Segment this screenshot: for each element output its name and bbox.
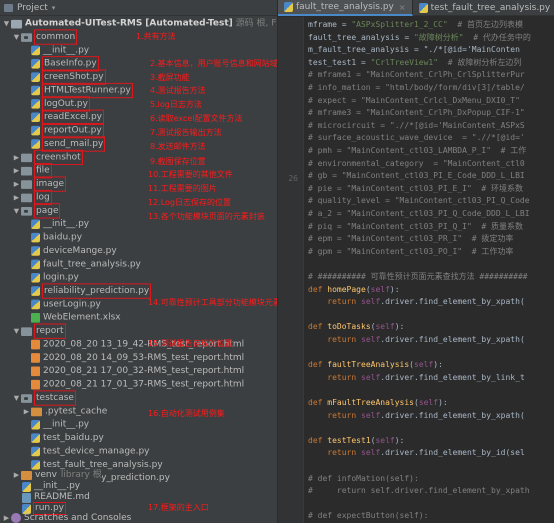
- chevron-right-icon[interactable]: ▶: [2, 513, 11, 523]
- code-line: # pmh = "MainContent_ctl03_LAMBDA_P_I" #…: [308, 146, 527, 155]
- code-line: # expect = "MainContent_Crlcl_DxMenu_DXI…: [308, 95, 520, 105]
- python-file-icon: [418, 3, 428, 13]
- editor-panel: fault_tree_analysis.py × test_fault_tree…: [278, 0, 554, 523]
- code-line: def mFaultTreeAnalysis(self):: [308, 398, 448, 407]
- code-line: # a_2 = "MainContent_ctl03_PI_Q_Code_DDD…: [308, 209, 530, 218]
- code-line: mframe = "ASPxSplitter1_2_CC" # 首页左边列表模: [308, 20, 523, 29]
- tab-label: test_fault_tree_analysis.py: [430, 3, 551, 13]
- tab-fault-tree-analysis[interactable]: fault_tree_analysis.py ×: [278, 0, 413, 16]
- code-editor[interactable]: 26 mframe = "ASPxSplitter1_2_CC" # 首页左边列…: [278, 17, 554, 523]
- tree-file[interactable]: README.md: [22, 492, 90, 503]
- code-line: fault_tree_analysis = "故障树分析" # 代办任务中的: [308, 32, 531, 42]
- markdown-file-icon: [22, 492, 31, 503]
- tree-scratches-consoles[interactable]: ▶ Scratches and Consoles: [2, 513, 131, 523]
- tree-file[interactable]: __init__.py: [22, 481, 81, 492]
- line-gutter: 26: [278, 17, 304, 523]
- code-line: # def expectButton(self):: [308, 511, 429, 521]
- code-line: return self.driver.find_element_by_xpath…: [327, 410, 525, 420]
- code-line: # gpm = "MainContent_ctl03_PO_I" # 工作功率: [308, 246, 514, 256]
- tab-test-fault-tree-analysis[interactable]: test_fault_tree_analysis.py: [413, 0, 554, 16]
- line-number: 26: [288, 174, 298, 183]
- folder-icon: [21, 471, 32, 480]
- code-line: def toDoTasks(self):: [308, 322, 405, 332]
- code-line: return self.driver.find_element_by_link_…: [327, 372, 525, 382]
- code-line: def homePage(self):: [308, 284, 400, 294]
- tree-item-label: __init__.py: [34, 481, 81, 491]
- code-line: # epm = "MainContent_ctl03_PR_I" # 拨定功率: [308, 234, 514, 244]
- code-line: # mframe1 = "MainContent_CrlPh_CrlSplitt…: [308, 70, 525, 80]
- code-line: # pie = "MainContent_ctl03_PI_E_I" # 环境系…: [308, 183, 524, 193]
- code-line: # quality_level = "MainContent_ctl03_PI_…: [308, 196, 530, 206]
- code-line: # microcircuit = ".//*[@id='MainContent_…: [308, 120, 525, 130]
- code-line: # environmental_category = "MainContent_…: [308, 158, 525, 168]
- code-line: # ########## 可靠性预计页面元素查找方法 ##########: [308, 272, 528, 281]
- code-line: return self.driver.find_element_by_xpath…: [327, 335, 525, 344]
- code-line: m_fault_tree_analysis = "./*[@id='MainCo…: [308, 45, 520, 55]
- python-file-icon: [284, 2, 293, 12]
- code-line: # gb = "MainContent_ctl03_PI_E_Code_DDD_…: [308, 171, 525, 181]
- code-line: def testTest1(self):: [308, 435, 405, 445]
- tree-item-label: README.md: [34, 492, 90, 502]
- close-icon[interactable]: ×: [399, 3, 406, 12]
- code-line: # return self.driver.find_element_by_xpa…: [308, 486, 530, 496]
- code-line: return self.driver.find_element_by_xpath…: [327, 297, 525, 307]
- tree-folder-venv[interactable]: ▶ venv library 根: [12, 470, 102, 481]
- editor-tabs: fault_tree_analysis.py × test_fault_tree…: [278, 0, 554, 16]
- scratches-icon: [11, 513, 21, 523]
- code-line: def faultTreeAnalysis(self):: [308, 360, 443, 370]
- python-file-icon: [22, 481, 31, 492]
- code-line: # def infoMation(self):: [308, 473, 419, 483]
- tree-item-label: Scratches and Consoles: [24, 513, 132, 523]
- code-line: return self.driver.find_element_by_id(se…: [327, 448, 525, 458]
- chevron-right-icon[interactable]: ▶: [12, 470, 21, 481]
- tree-item-extra: library 根: [60, 470, 102, 480]
- code-line: # info_mation = "html/body/form/div[3]/t…: [308, 83, 525, 92]
- code-line: test_test1 = "CrlTreeView1" # 故障树分析左边列: [308, 57, 522, 67]
- code-line: # piq = "MainContent_ctl03_PI_Q_I" # 质量系…: [308, 221, 524, 231]
- code-line: # mframe3 = "MainContent_CrlPh_DxPopup_C…: [308, 108, 525, 118]
- tab-label: fault_tree_analysis.py: [296, 2, 394, 12]
- code-line: # surface_acoustic_wave_device = ".//*[@…: [308, 133, 525, 143]
- python-file-icon: [22, 503, 31, 514]
- tail-rows: ▶ venv library 根 __init__.py README.md r…: [0, 0, 277, 523]
- tree-item-label: venv: [35, 470, 57, 480]
